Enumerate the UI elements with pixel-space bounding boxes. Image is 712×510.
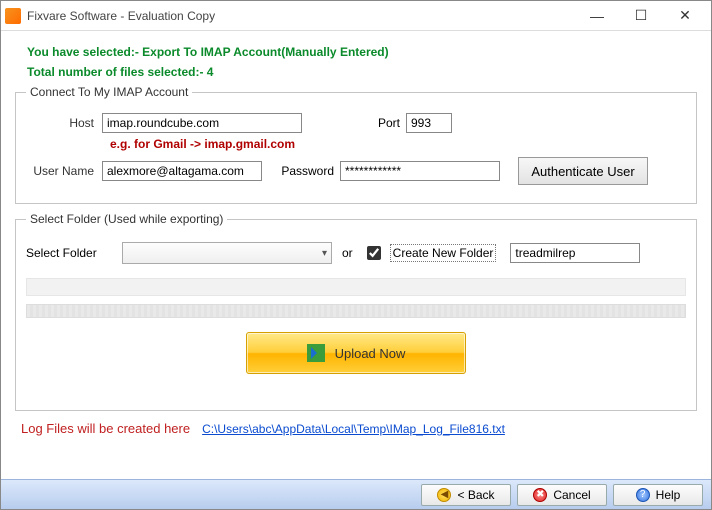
password-input[interactable] <box>340 161 500 181</box>
gmail-hint: e.g. for Gmail -> imap.gmail.com <box>110 137 686 151</box>
cancel-icon: ✖ <box>533 488 547 502</box>
minimize-button[interactable]: — <box>575 1 619 31</box>
back-icon: ◀ <box>437 488 451 502</box>
folder-legend: Select Folder (Used while exporting) <box>26 212 227 226</box>
port-input[interactable] <box>406 113 452 133</box>
progress-bar <box>26 304 686 318</box>
folder-row: Select Folder ▾ or Create New Folder <box>26 242 686 264</box>
chevron-down-icon: ▾ <box>322 248 327 259</box>
create-new-folder-label: Create New Folder <box>390 244 497 262</box>
footer-bar: ◀ < Back ✖ Cancel ? Help <box>1 479 711 509</box>
back-label: < Back <box>457 488 494 502</box>
imap-fieldset: Connect To My IMAP Account Host Port e.g… <box>15 85 697 204</box>
host-input[interactable] <box>102 113 302 133</box>
new-folder-input[interactable] <box>510 243 640 263</box>
content-area: You have selected:- Export To IMAP Accou… <box>1 31 711 436</box>
help-button[interactable]: ? Help <box>613 484 703 506</box>
port-label: Port <box>374 116 406 130</box>
upload-icon <box>307 344 325 362</box>
imap-legend: Connect To My IMAP Account <box>26 85 192 99</box>
back-button[interactable]: ◀ < Back <box>421 484 511 506</box>
password-label: Password <box>274 164 340 178</box>
help-label: Help <box>656 488 681 502</box>
host-row: Host Port <box>26 113 686 133</box>
upload-wrap: Upload Now <box>26 332 686 374</box>
host-label: Host <box>26 116 102 130</box>
log-row: Log Files will be created here C:\Users\… <box>17 421 695 436</box>
select-folder-dropdown[interactable]: ▾ <box>122 242 332 264</box>
app-icon <box>5 8 21 24</box>
status-strip <box>26 278 686 296</box>
window-title: Fixvare Software - Evaluation Copy <box>27 9 575 23</box>
username-input[interactable] <box>102 161 262 181</box>
titlebar: Fixvare Software - Evaluation Copy — ☐ ✕ <box>1 1 711 31</box>
total-files-info: Total number of files selected:- 4 <box>17 65 695 79</box>
or-label: or <box>342 246 353 260</box>
close-button[interactable]: ✕ <box>663 1 707 31</box>
upload-now-button[interactable]: Upload Now <box>246 332 466 374</box>
upload-label: Upload Now <box>335 346 406 361</box>
log-file-link[interactable]: C:\Users\abc\AppData\Local\Temp\IMap_Log… <box>202 422 505 436</box>
folder-fieldset: Select Folder (Used while exporting) Sel… <box>15 212 697 411</box>
create-new-folder-checkbox[interactable] <box>367 246 381 260</box>
maximize-button[interactable]: ☐ <box>619 1 663 31</box>
select-folder-label: Select Folder <box>26 246 116 260</box>
log-label: Log Files will be created here <box>21 421 190 436</box>
authenticate-button[interactable]: Authenticate User <box>518 157 648 185</box>
username-label: User Name <box>26 164 102 178</box>
cancel-button[interactable]: ✖ Cancel <box>517 484 607 506</box>
cancel-label: Cancel <box>553 488 590 502</box>
selected-info: You have selected:- Export To IMAP Accou… <box>17 45 695 59</box>
credentials-row: User Name Password Authenticate User <box>26 157 686 185</box>
help-icon: ? <box>636 488 650 502</box>
